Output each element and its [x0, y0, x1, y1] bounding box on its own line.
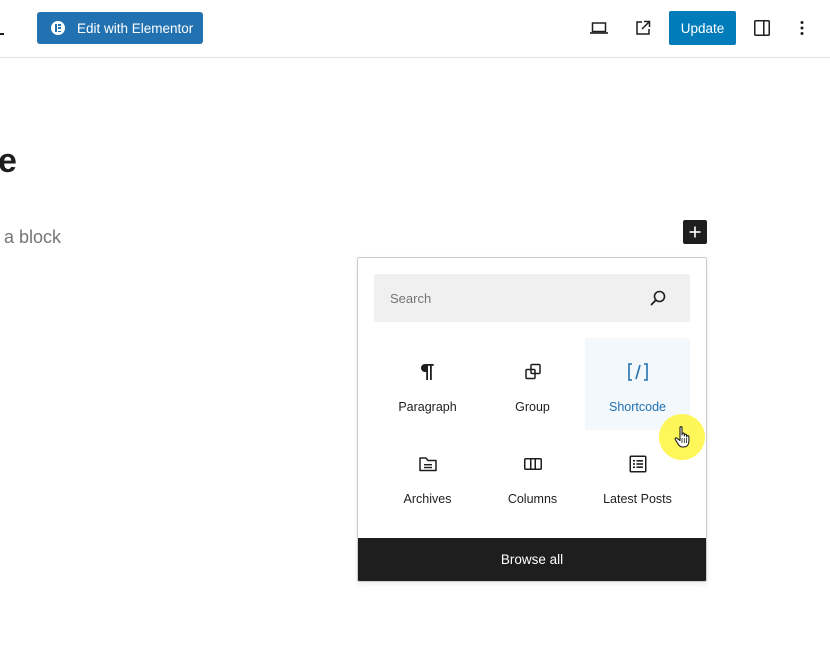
group-icon — [524, 363, 541, 380]
block-item-label: Shortcode — [609, 400, 666, 414]
external-link-icon[interactable] — [629, 14, 657, 42]
edit-with-elementor-button[interactable]: Edit with Elementor — [37, 12, 203, 44]
elementor-icon — [51, 21, 65, 35]
block-item-label: Group — [515, 400, 550, 414]
more-vertical-icon[interactable] — [788, 14, 816, 42]
block-editor: Edit with Elementor Update e a block Sea… — [0, 0, 830, 663]
laptop-icon[interactable] — [585, 14, 613, 42]
block-item-label: Archives — [403, 492, 452, 506]
paragraph-icon — [420, 364, 434, 380]
block-inserter-toggle[interactable] — [683, 220, 707, 244]
block-item-label: Latest Posts — [603, 492, 672, 506]
block-item-label: Paragraph — [398, 400, 457, 414]
browse-all-button[interactable]: Browse all — [358, 538, 706, 581]
block-item-group[interactable]: Group — [480, 338, 585, 430]
update-button[interactable]: Update — [669, 11, 736, 45]
toolbar-edge-mark — [0, 33, 4, 35]
block-item-archives[interactable]: Archives — [375, 430, 480, 522]
plus-icon — [689, 226, 701, 238]
edit-with-elementor-label: Edit with Elementor — [77, 20, 194, 36]
block-item-label: Columns — [507, 492, 558, 506]
hand-pointer-icon — [674, 426, 690, 448]
editor-toolbar: Edit with Elementor Update — [0, 0, 830, 58]
search-icon[interactable] — [648, 288, 668, 308]
inserter-search — [374, 274, 690, 322]
shortcode-icon — [627, 363, 648, 381]
block-appender-prompt[interactable]: a block — [4, 226, 61, 248]
block-item-columns[interactable]: Columns — [480, 430, 585, 522]
archives-icon — [418, 457, 437, 472]
block-search-input[interactable] — [374, 274, 644, 322]
latest-posts-icon — [629, 455, 646, 473]
quick-inserter-popover: Paragraph Group Shortcode — [357, 257, 707, 582]
columns-icon — [523, 458, 542, 470]
block-item-paragraph[interactable]: Paragraph — [375, 338, 480, 430]
post-title-fragment[interactable]: e — [0, 139, 17, 183]
sidebar-toggle-icon[interactable] — [748, 14, 776, 42]
